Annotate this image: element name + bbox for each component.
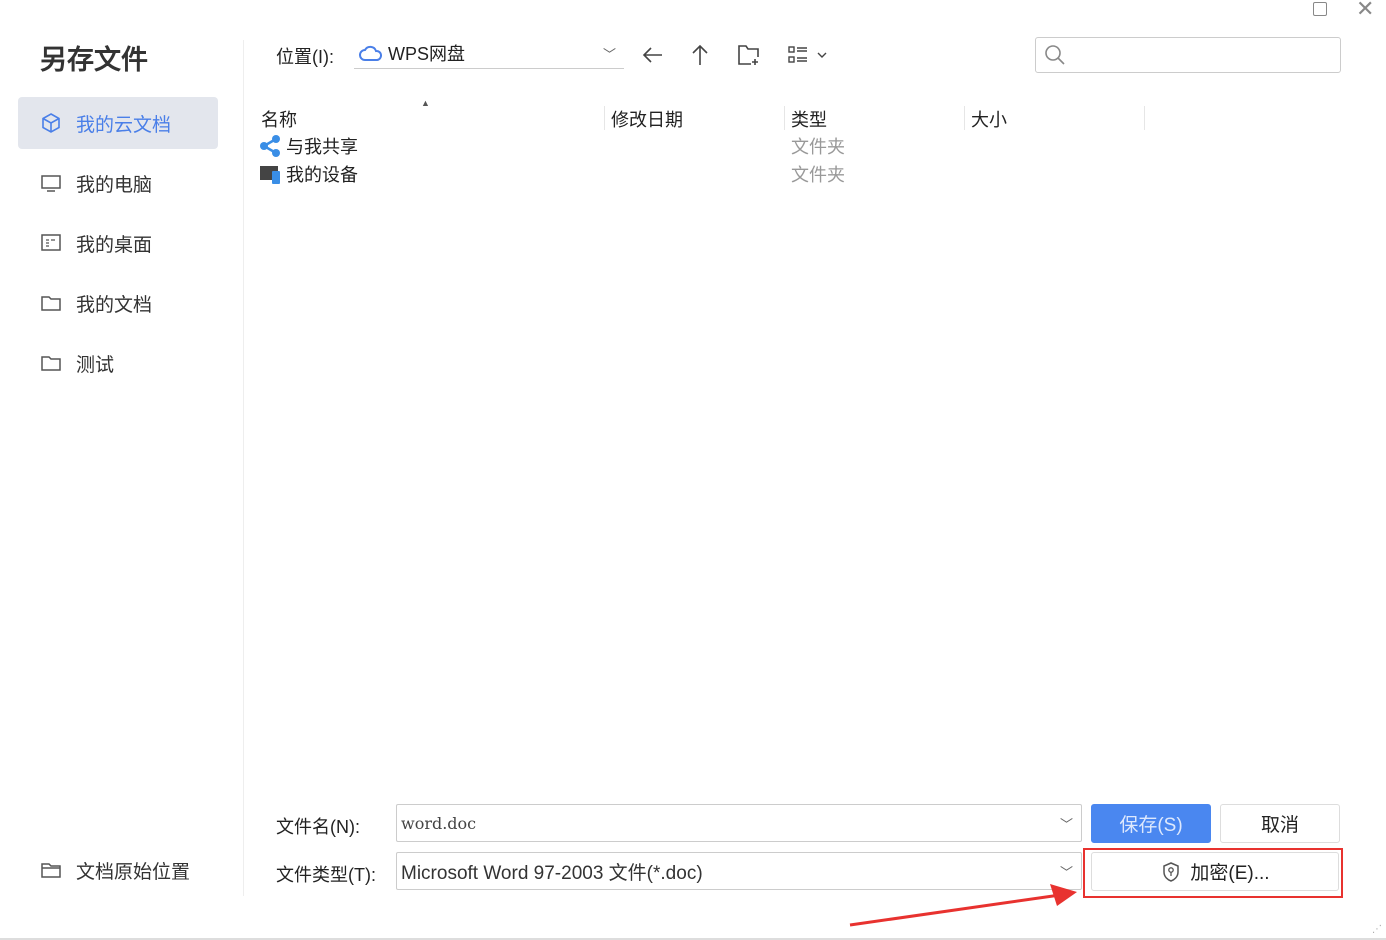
filename-input[interactable]: word.doc ﹀ [396, 804, 1082, 842]
cancel-button[interactable]: 取消 [1220, 804, 1340, 843]
filename-label: 文件名(N): [276, 817, 360, 837]
maximize-button[interactable] [1313, 2, 1327, 16]
sidebar-item-my-documents[interactable]: 我的文档 [18, 277, 218, 329]
view-mode-button[interactable] [787, 42, 831, 68]
column-header-size[interactable]: 大小 [965, 106, 1145, 130]
shield-key-icon [1163, 861, 1180, 882]
column-header-modified[interactable]: 修改日期 [605, 106, 785, 130]
folder-icon [41, 356, 61, 371]
back-button[interactable] [641, 42, 665, 68]
column-header-name[interactable]: 名称 [255, 106, 605, 130]
close-button[interactable]: ✕ [1356, 0, 1374, 22]
sidebar-divider [243, 40, 244, 896]
search-input[interactable] [1035, 37, 1341, 73]
new-folder-button[interactable] [737, 42, 761, 68]
arrow-up-icon [692, 44, 708, 65]
arrow-left-icon [642, 47, 662, 63]
folder-icon [41, 863, 61, 878]
location-label: 位置(I): [276, 47, 334, 67]
chevron-down-icon: ﹀ [1059, 864, 1073, 880]
sidebar-original-location[interactable]: 文档原始位置 [18, 844, 218, 896]
sidebar-item-test[interactable]: 测试 [18, 337, 218, 389]
share-icon [260, 135, 280, 157]
sidebar-item-my-computer[interactable]: 我的电脑 [18, 157, 218, 209]
monitor-icon [41, 175, 61, 192]
up-button[interactable] [688, 42, 712, 68]
save-button[interactable]: 保存(S) [1091, 804, 1211, 843]
sidebar-item-cloud-docs[interactable]: 我的云文档 [18, 97, 218, 149]
device-icon [260, 166, 280, 184]
chevron-down-icon[interactable]: ﹀ [1060, 814, 1073, 833]
list-view-icon [788, 46, 827, 63]
resize-grip-icon[interactable]: ⋰ [1372, 924, 1382, 935]
file-row[interactable]: 我的设备 文件夹 [258, 161, 1058, 187]
location-dropdown[interactable]: WPS网盘 ﹀ [354, 38, 624, 69]
column-header-type[interactable]: 类型 [785, 106, 965, 130]
cube-icon [42, 113, 60, 133]
folder-icon [41, 296, 61, 311]
search-icon [1045, 45, 1065, 65]
new-folder-icon [738, 45, 759, 65]
desktop-icon [41, 234, 61, 251]
chevron-down-icon: ﹀ [602, 46, 616, 62]
annotation-arrow [849, 884, 1077, 927]
filetype-label: 文件类型(T): [276, 865, 376, 885]
encrypt-button[interactable]: 加密(E)... [1091, 852, 1339, 891]
dialog-title: 另存文件 [40, 45, 148, 75]
sidebar-item-desktop[interactable]: 我的桌面 [18, 217, 218, 269]
cloud-icon [359, 45, 383, 61]
file-row[interactable]: 与我共享 文件夹 [258, 133, 1058, 159]
